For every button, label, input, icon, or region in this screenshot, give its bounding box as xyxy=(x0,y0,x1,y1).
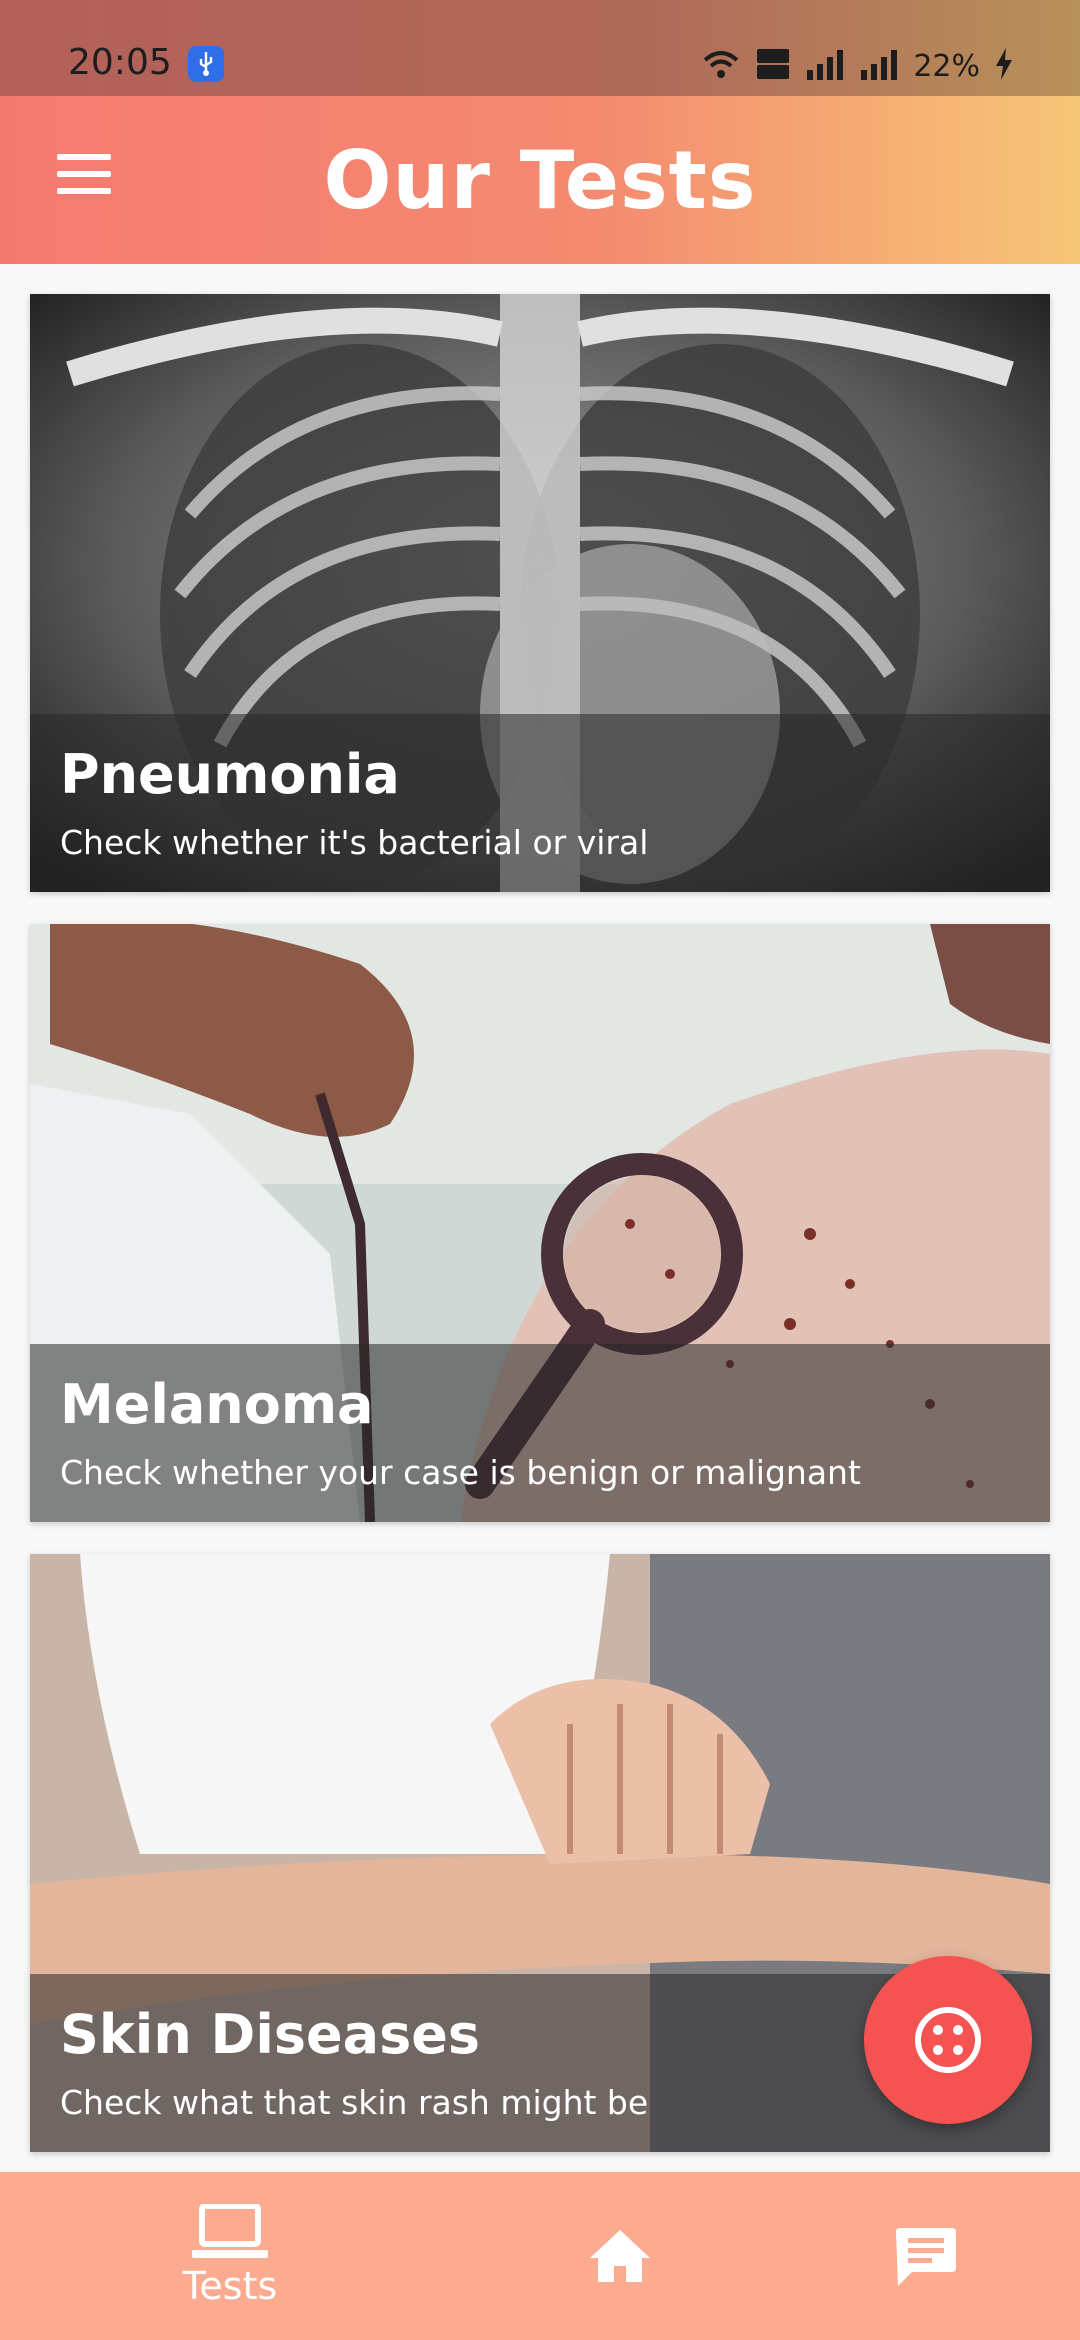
volte-icon xyxy=(755,47,791,85)
battery-percentage: 22% xyxy=(913,48,980,84)
page-title: Our Tests xyxy=(323,134,757,227)
test-title: Melanoma xyxy=(60,1373,374,1436)
home-icon xyxy=(590,2230,650,2282)
bottom-navigation: Tests xyxy=(0,2172,1080,2340)
nav-item-chat[interactable] xyxy=(866,2172,986,2340)
usb-icon xyxy=(188,46,224,82)
test-title: Pneumonia xyxy=(60,743,400,806)
laptop-icon xyxy=(192,2204,268,2258)
nav-label: Tests xyxy=(182,2264,278,2308)
wifi-icon xyxy=(701,48,741,84)
battery-charging-icon xyxy=(994,47,1014,85)
test-subtitle: Check what that skin rash might be xyxy=(60,2083,649,2122)
test-card-melanoma[interactable]: Melanoma Check whether your case is beni… xyxy=(30,924,1050,1522)
status-time: 20:05 xyxy=(68,42,172,83)
app-bar: Our Tests xyxy=(0,96,1080,264)
test-title: Skin Diseases xyxy=(60,2003,481,2066)
test-card-pneumonia[interactable]: Pneumonia Check whether it's bacterial o… xyxy=(30,294,1050,892)
nav-item-home[interactable] xyxy=(560,2172,680,2340)
signal-icon xyxy=(805,48,845,84)
signal-icon xyxy=(859,48,899,84)
status-bar: 20:05 22% xyxy=(0,0,1080,96)
test-subtitle: Check whether it's bacterial or viral xyxy=(60,823,649,862)
nav-item-tests[interactable]: Tests xyxy=(150,2172,310,2340)
chat-icon xyxy=(896,2228,956,2286)
petri-dish-icon xyxy=(915,2007,981,2073)
petri-dish-fab-button[interactable] xyxy=(864,1956,1032,2124)
test-subtitle: Check whether your case is benign or mal… xyxy=(60,1453,861,1492)
